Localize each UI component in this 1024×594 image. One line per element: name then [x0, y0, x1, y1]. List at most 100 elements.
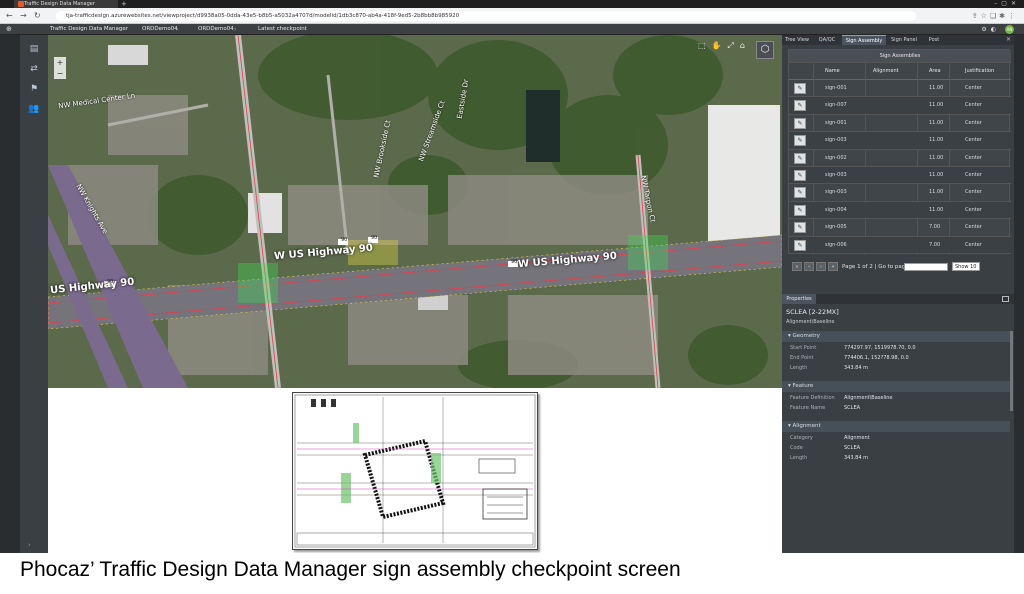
url-field[interactable]: tja-trafficdesign.azurewebsites.net/view… [56, 11, 916, 21]
sign-plan-sheet[interactable] [292, 392, 538, 550]
table-row[interactable]: ✎ sign-001 11.00 Center [789, 115, 1011, 133]
property-label: Code [790, 445, 803, 451]
panel-toggle-icon[interactable] [1002, 296, 1009, 302]
table-title: Sign Assemblies [789, 50, 1011, 63]
route-badge: 90 [511, 259, 518, 265]
properties-title: SCLEA [2-22MX] [786, 308, 839, 316]
page-size-select[interactable]: Show 10 [952, 262, 980, 271]
forward-icon[interactable]: → [20, 10, 27, 22]
table-row[interactable]: ✎ sign-007 11.00 Center [789, 97, 1011, 115]
breadcrumb-checkpoint[interactable]: Latest checkpoint [258, 24, 307, 35]
edit-row-icon[interactable]: ✎ [794, 222, 806, 234]
cell-name: sign-003 [825, 172, 847, 178]
prev-page-icon[interactable]: ‹ [804, 262, 814, 271]
header-icons[interactable]: ⚙◐ [981, 24, 1000, 35]
cell-justification: Center [965, 206, 982, 213]
edit-row-icon[interactable]: ✎ [794, 239, 806, 251]
edit-row-icon[interactable]: ✎ [794, 187, 806, 199]
column-header-alignment[interactable]: Alignment [873, 63, 899, 80]
properties-scrollbar[interactable] [1010, 331, 1013, 411]
property-section-title: Feature [792, 383, 814, 389]
tab-properties[interactable]: Properties [782, 294, 816, 304]
browser-tab-title: Traffic Design Data Manager [24, 1, 95, 7]
page-info: Page 1 of 2 | Go to page: [842, 264, 911, 270]
reload-icon[interactable]: ↻ [34, 10, 41, 22]
edit-row-icon[interactable]: ✎ [794, 135, 806, 147]
cell-area: 11.00 [929, 206, 944, 213]
table-row[interactable]: ✎ sign-003 11.00 Center [789, 167, 1011, 185]
new-tab-icon[interactable]: + [121, 0, 127, 8]
zoom-out-icon[interactable]: − [54, 68, 66, 79]
zoom-in-icon[interactable]: + [54, 57, 66, 68]
sync-icon[interactable]: ⇄ [25, 61, 43, 77]
cell-name: sign-005 [825, 224, 847, 231]
cell-name: sign-001 [825, 85, 847, 91]
zoom-control[interactable]: + − [54, 57, 66, 79]
tab-tree-view[interactable]: Tree View [782, 35, 812, 45]
route-badge: 90 [371, 235, 378, 241]
layers-icon[interactable]: ▤ [25, 41, 43, 57]
next-page-icon[interactable]: › [816, 262, 826, 271]
route-badge: 90 [341, 237, 348, 243]
table-row[interactable]: ✎ sign-005 7.00 Center [789, 219, 1011, 237]
satellite-map[interactable] [48, 35, 782, 388]
cell-name: sign-006 [825, 241, 847, 248]
table-row[interactable]: ✎ sign-002 11.00 Center [789, 150, 1011, 167]
back-icon[interactable]: ← [6, 10, 13, 22]
breadcrumb-project[interactable]: ORDDemo04 [142, 24, 178, 35]
left-toolbar: ▤ ⇄ ⚑ 👥 › [20, 35, 48, 553]
window-controls[interactable]: –▢✕ [994, 0, 1020, 8]
column-header-name[interactable]: Name [825, 63, 840, 80]
property-label: Length [790, 365, 808, 371]
drawing-pane [48, 388, 782, 553]
users-icon[interactable]: 👥 [25, 101, 43, 117]
table-row[interactable]: ✎ sign-003 11.00 Center [789, 184, 1011, 202]
breadcrumb-model[interactable]: ORDDemo04 [198, 24, 234, 35]
edit-row-icon[interactable]: ✎ [794, 204, 806, 216]
cell-justification: Center [965, 189, 982, 196]
avatar[interactable]: AN [1005, 25, 1014, 34]
edit-row-icon[interactable]: ✎ [794, 152, 806, 164]
browser-extension-icons[interactable]: ⇪☆❏✱⋮ [972, 10, 1018, 22]
tab-qa-qc[interactable]: QA/QC [812, 35, 842, 45]
properties-header: Properties [782, 294, 1014, 304]
browser-tab[interactable]: Traffic Design Data Manager [14, 0, 118, 8]
flag-icon[interactable]: ⚑ [25, 81, 43, 97]
property-section-title: Alignment [792, 423, 821, 429]
table-row[interactable]: ✎ sign-006 7.00 Center [789, 236, 1011, 254]
right-panel: Tree View QA/QC Sign Assembly Sign Panel… [782, 35, 1014, 553]
app-title[interactable]: Traffic Design Data Manager [50, 24, 128, 35]
cell-area: 11.00 [929, 189, 944, 196]
last-page-icon[interactable]: » [828, 262, 838, 271]
breadcrumb-chevron-icon: › [234, 26, 237, 33]
table-row[interactable]: ✎ sign-001 11.00 Center [789, 80, 1011, 98]
sign-assemblies-table: Sign Assemblies Name Alignment Area Just… [788, 49, 1011, 255]
property-value: 774406.1, 152?78.98, 0.0 [844, 355, 909, 361]
app-favicon-icon [18, 1, 24, 7]
property-section-header[interactable]: ▾ Geometry [782, 331, 1010, 342]
property-section-header[interactable]: ▾ Feature [782, 381, 1010, 392]
panel-close-icon[interactable]: ✕ [1006, 35, 1011, 45]
edit-row-icon[interactable]: ✎ [794, 117, 806, 129]
column-header-area[interactable]: Area [929, 63, 941, 80]
tab-post[interactable]: Post [922, 35, 946, 45]
table-body: ✎ sign-001 11.00 Center ✎ sign-007 11.00 Center… [789, 80, 1011, 255]
breadcrumb-chevron-icon: › [176, 26, 179, 33]
edit-row-icon[interactable]: ✎ [794, 100, 806, 112]
app-menu-icon[interactable]: ⊕ [6, 24, 12, 35]
expand-chevron-icon[interactable]: › [28, 541, 31, 549]
edit-row-icon[interactable]: ✎ [794, 83, 806, 94]
view-cube-icon[interactable]: ⬡ [756, 41, 774, 59]
tab-sign-panel[interactable]: Sign Panel [886, 35, 922, 45]
column-header-justification[interactable]: Justification [965, 63, 994, 80]
property-section-header[interactable]: ▾ Alignment [782, 421, 1010, 432]
first-page-icon[interactable]: « [792, 262, 802, 271]
table-row[interactable]: ✎ sign-004 11.00 Center [789, 201, 1011, 220]
table-row[interactable]: ✎ sign-003 11.00 Center [789, 132, 1011, 150]
tab-sign-assembly[interactable]: Sign Assembly [842, 35, 886, 45]
go-to-page-input[interactable] [904, 263, 948, 271]
map-viewport[interactable]: NW Medical Center Ln NW Brookside Ct NW … [48, 35, 782, 388]
edit-row-icon[interactable]: ✎ [794, 170, 806, 181]
map-tools-icons[interactable]: ⬚✋⤢⌂ [698, 41, 751, 51]
cell-name: sign-003 [825, 189, 847, 196]
